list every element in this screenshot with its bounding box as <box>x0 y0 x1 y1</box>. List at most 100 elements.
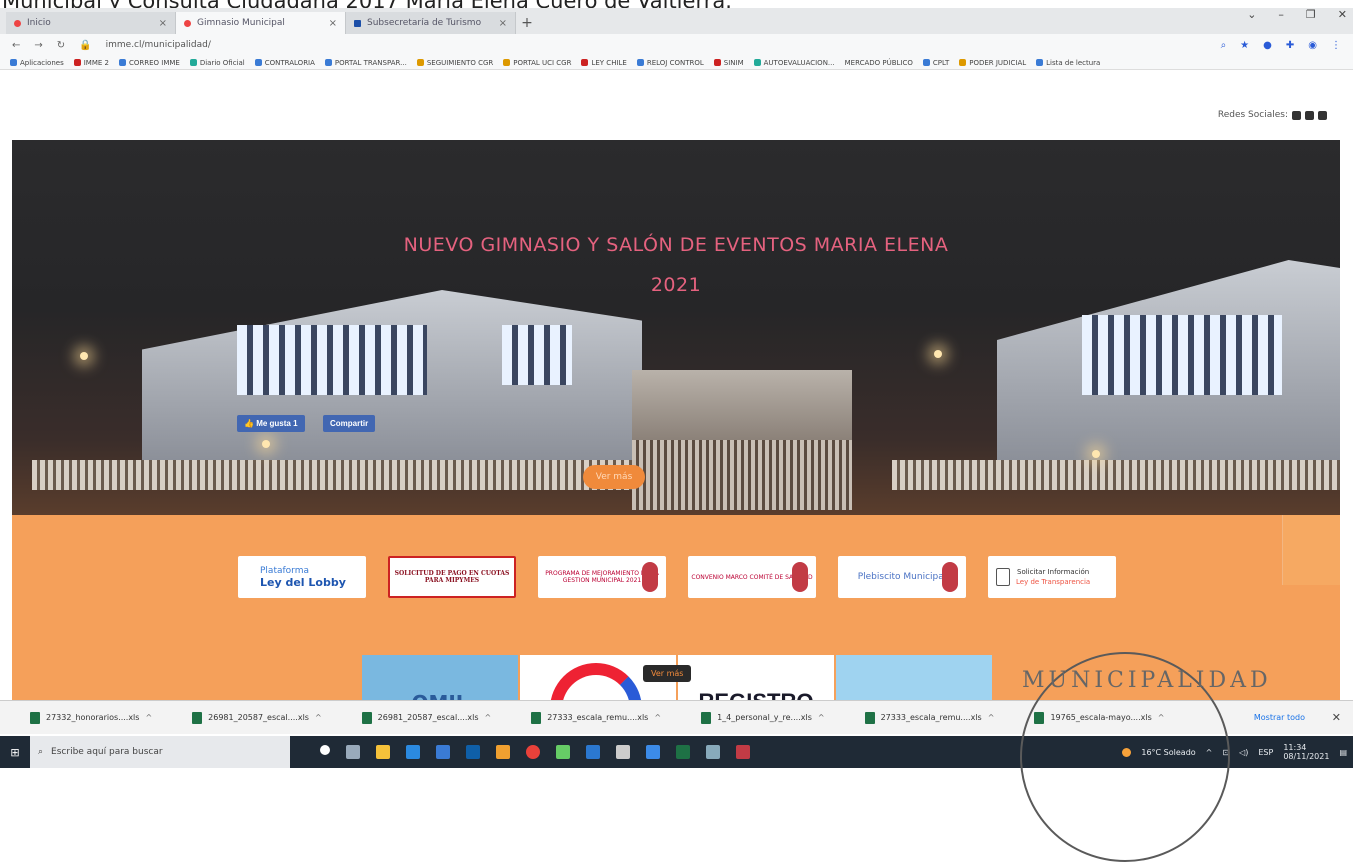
info-tile[interactable] <box>836 655 992 700</box>
excel-icon[interactable] <box>676 745 690 759</box>
word-icon[interactable] <box>586 745 600 759</box>
close-icon[interactable]: ✕ <box>1332 711 1341 724</box>
clock[interactable]: 11:34 08/11/2021 <box>1283 743 1329 761</box>
instagram-icon[interactable] <box>1305 110 1314 120</box>
puzzle-icon[interactable]: ✚ <box>1286 40 1294 51</box>
download-item[interactable]: 27333_escala_remu....xls ^ <box>531 711 661 724</box>
bookmark-item[interactable]: LEY CHILE <box>581 59 627 67</box>
excel-icon <box>361 711 372 724</box>
bookmark-star-icon[interactable]: ★ <box>1240 40 1249 51</box>
chevron-up-icon[interactable]: ^ <box>145 713 152 722</box>
programa-link[interactable]: PROGRAMA DE MEJORAMIENTO DE LA GESTION M… <box>538 556 666 598</box>
hero-year: 2021 <box>650 274 702 296</box>
facebook-share-button[interactable]: Compartir <box>323 415 376 432</box>
maximize-button[interactable]: ❐ <box>1306 8 1316 21</box>
chevron-down-icon[interactable]: ⌄ <box>1247 8 1256 21</box>
facebook-icon[interactable] <box>1292 110 1301 120</box>
show-all-downloads-button[interactable]: Mostrar todo <box>1254 713 1305 722</box>
download-item[interactable]: 27333_escala_remu....xls ^ <box>864 711 995 724</box>
bookmark-item[interactable]: AUTOEVALUACION... <box>753 59 835 67</box>
url-field[interactable]: imme.cl/municipalidad/ <box>106 40 211 50</box>
app-icon[interactable] <box>646 745 660 759</box>
app-icon[interactable] <box>556 745 570 759</box>
windows-start-button[interactable]: ⊞ <box>0 736 30 768</box>
close-window-button[interactable]: ✕ <box>1338 8 1347 21</box>
chevron-up-icon[interactable]: ^ <box>1158 713 1165 722</box>
browser-tab-inicio[interactable]: Inicio × <box>6 12 176 34</box>
facebook-like-button[interactable]: 👍 Me gusta 1 <box>237 415 305 432</box>
bookmark-item[interactable]: CORREO IMME <box>118 59 180 67</box>
new-tab-button[interactable]: + <box>516 12 538 34</box>
weather-text[interactable]: 16°C Soleado <box>1141 748 1195 757</box>
bookmark-item[interactable]: PORTAL TRANSPAR... <box>324 59 407 67</box>
convenio-link[interactable]: CONVENIO MARCO COMITÉ DE SANIDAD <box>688 556 816 598</box>
bookmark-item[interactable]: IMME 2 <box>73 59 109 67</box>
profile-icon[interactable]: ◉ <box>1308 40 1317 51</box>
taskbar-search[interactable]: ⌕ Escribe aquí para buscar <box>30 736 290 768</box>
reload-icon[interactable]: ↻ <box>57 40 65 51</box>
back-icon[interactable]: ← <box>12 40 20 51</box>
browser-tab-turismo[interactable]: Subsecretaría de Turismo × <box>346 12 516 34</box>
minimize-button[interactable]: – <box>1278 8 1284 21</box>
bookmark-item[interactable]: CONTRALORIA <box>254 59 315 67</box>
excel-icon <box>864 711 875 724</box>
ver-mas-button[interactable]: Ver más <box>643 665 692 682</box>
search-icon: ⌕ <box>38 747 44 757</box>
youtube-icon[interactable] <box>1318 110 1327 120</box>
bookmark-item[interactable]: RELOJ CONTROL <box>636 59 704 67</box>
registro-tile[interactable]: REGISTRO <box>678 655 834 700</box>
hero-cta-button[interactable]: Ver más <box>583 465 645 489</box>
forward-icon[interactable]: → <box>34 40 42 51</box>
close-icon[interactable]: × <box>329 18 337 29</box>
download-item[interactable]: 27332_honorarios....xls ^ <box>30 711 152 724</box>
bookmark-item[interactable]: SEGUIMIENTO CGR <box>416 59 493 67</box>
cortana-icon[interactable] <box>320 745 330 755</box>
app-icon[interactable] <box>496 745 510 759</box>
bookmark-item[interactable]: PORTAL UCI CGR <box>503 59 571 67</box>
download-item[interactable]: 26981_20587_escal....xls ^ <box>361 711 491 724</box>
extension-icon[interactable]: ● <box>1263 40 1272 51</box>
close-icon[interactable]: × <box>499 18 507 29</box>
zoom-icon[interactable]: ⌕ <box>1221 40 1227 51</box>
network-icon[interactable]: ⊡ <box>1222 748 1229 757</box>
fence-image <box>632 440 852 510</box>
outlook-icon[interactable] <box>466 745 480 759</box>
mail-icon[interactable] <box>436 745 450 759</box>
download-item[interactable]: 19765_escala-mayo....xls ^ <box>1034 711 1165 724</box>
bookmark-icon <box>922 59 930 66</box>
app-icon[interactable] <box>706 745 720 759</box>
chevron-up-icon[interactable]: ^ <box>315 713 322 722</box>
bookmark-item[interactable]: Diario Oficial <box>189 59 245 67</box>
chevron-up-icon[interactable]: ^ <box>988 713 995 722</box>
chrome-icon[interactable] <box>526 745 540 759</box>
transparencia-link[interactable]: Solicitar Información Ley de Transparenci… <box>988 556 1116 598</box>
bookmark-item[interactable]: SINIM <box>713 59 744 67</box>
bookmark-item[interactable]: PODER JUDICIAL <box>959 59 1026 67</box>
lobby-link[interactable]: Plataforma Ley del Lobby <box>238 556 366 598</box>
chevron-up-icon[interactable]: ^ <box>484 713 491 722</box>
lamp-light <box>1092 450 1100 458</box>
app-icon[interactable] <box>736 745 750 759</box>
chevron-up-icon[interactable]: ^ <box>654 713 661 722</box>
bookmark-item[interactable]: Aplicaciones <box>10 59 64 67</box>
file-explorer-icon[interactable] <box>376 745 390 759</box>
volume-icon[interactable]: ◁) <box>1239 748 1248 757</box>
bookmark-item[interactable]: CPLT <box>922 59 949 67</box>
menu-icon[interactable]: ⋮ <box>1331 40 1341 51</box>
edge-icon[interactable] <box>406 745 420 759</box>
download-item[interactable]: 1_4_personal_y_re....xls ^ <box>701 711 825 724</box>
calculator-icon[interactable] <box>616 745 630 759</box>
omil-tile[interactable]: OMIL <box>362 655 518 700</box>
task-view-icon[interactable] <box>346 745 360 759</box>
download-item[interactable]: 26981_20587_escal....xls ^ <box>192 711 322 724</box>
close-icon[interactable]: × <box>159 18 167 29</box>
browser-tab-gimnasio[interactable]: Gimnasio Municipal × <box>176 12 346 34</box>
chevron-up-icon[interactable]: ^ <box>1206 748 1213 757</box>
plebiscito-link[interactable]: Plebiscito Municipal <box>838 556 966 598</box>
pago-cuotas-link[interactable]: SOLICITUD DE PAGO EN CUOTAS PARA MIPYMES <box>388 556 516 598</box>
bookmark-item[interactable]: MERCADO PÚBLICO <box>845 59 913 67</box>
reading-list[interactable]: Lista de lectura <box>1036 59 1100 67</box>
notifications-icon[interactable]: ▤ <box>1339 748 1347 757</box>
language-indicator[interactable]: ESP <box>1258 748 1273 757</box>
chevron-up-icon[interactable]: ^ <box>818 713 825 722</box>
